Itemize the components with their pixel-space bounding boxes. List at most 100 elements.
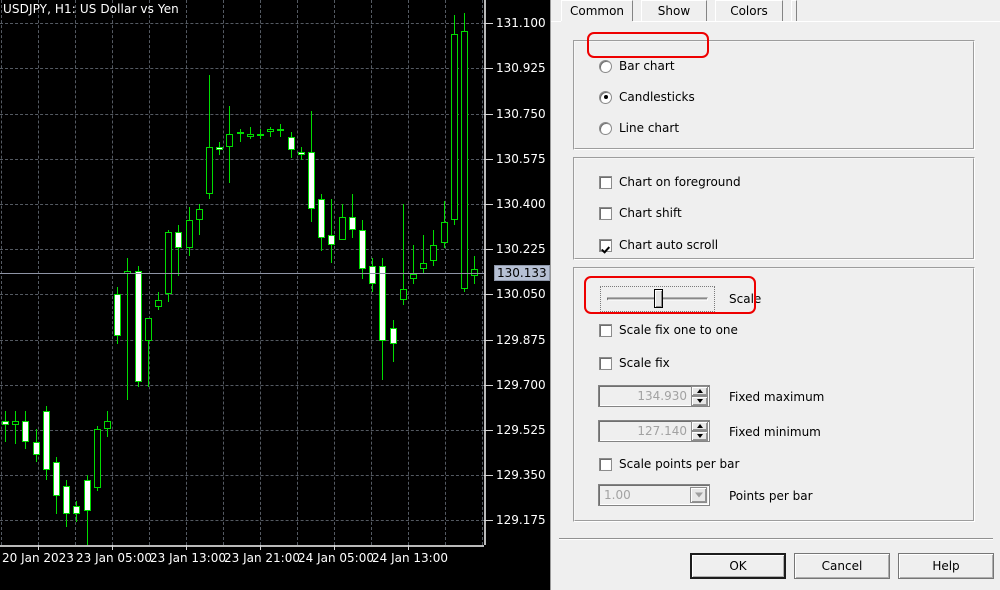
tab-show-label: Show (657, 4, 691, 18)
price-tick-label: 129.700 (496, 377, 546, 392)
time-tick-label: 24 Jan 13:00 (372, 551, 448, 565)
checkbox-chart-shift[interactable]: Chart shift (599, 205, 682, 221)
chart-pane[interactable]: USDJPY, H1: US Dollar vs Yen 131.100 130.… (0, 0, 550, 590)
candle-body (297, 152, 305, 155)
candle-body (216, 147, 224, 150)
candle-body (450, 33, 458, 220)
points-per-bar-value: 1.00 (604, 488, 631, 502)
price-tick-label: 131.100 (496, 16, 546, 31)
checkbox-chart-auto-scroll[interactable]: Chart auto scroll (599, 237, 718, 253)
checkbox-scale-fix-label: Scale fix (619, 356, 670, 370)
fixed-maximum-value: 134.930 (637, 389, 687, 403)
time-tick-label: 23 Jan 13:00 (150, 551, 226, 565)
grid-line-horizontal (0, 113, 484, 115)
fixed-maximum-input[interactable]: 134.930 (598, 385, 710, 407)
candle-body (461, 30, 468, 290)
price-tick (484, 249, 493, 251)
tab-common[interactable]: Common (561, 0, 633, 21)
time-axis[interactable]: 20 Jan 2023 23 Jan 05:00 23 Jan 13:00 23 Ja… (0, 545, 550, 590)
candle-body (63, 485, 71, 514)
fixed-minimum-decrement-icon[interactable] (691, 431, 708, 441)
help-button[interactable]: Help (898, 553, 994, 579)
candle-body (2, 421, 9, 425)
radio-bar-chart-mark (599, 59, 612, 73)
chevron-down-icon[interactable] (690, 487, 707, 503)
candle-body (134, 271, 142, 383)
candle-body (430, 245, 438, 261)
time-tick-label: 20 Jan 2023 (2, 551, 74, 565)
dialog-separator (559, 538, 993, 540)
radio-candlesticks-mark (599, 90, 612, 104)
points-per-bar-select[interactable]: 1.00 (598, 484, 710, 506)
checkbox-chart-shift-mark (599, 206, 612, 220)
time-tick-label: 24 Jan 05:00 (298, 551, 374, 565)
chart-plot-area[interactable]: USDJPY, H1: US Dollar vs Yen 131.100 130.… (0, 0, 550, 545)
checkbox-scale-fix[interactable]: Scale fix (599, 355, 670, 371)
grid-line-horizontal (0, 158, 484, 160)
time-tick-label: 23 Jan 05:00 (76, 551, 152, 565)
scale-slider[interactable] (600, 286, 715, 312)
price-tick (484, 384, 493, 386)
radio-bar-chart[interactable]: Bar chart (599, 58, 675, 74)
fixed-minimum-increment-icon[interactable] (691, 421, 708, 431)
time-tick (186, 545, 187, 550)
time-axis-line (0, 545, 484, 547)
candle-wick (270, 126, 272, 137)
fixed-maximum-label: Fixed maximum (729, 390, 825, 404)
checkbox-scale-fix-one-to-one[interactable]: Scale fix one to one (599, 322, 738, 338)
ok-button[interactable]: OK (690, 553, 786, 579)
fixed-maximum-stepper[interactable] (691, 386, 708, 406)
checkbox-chart-on-foreground-label: Chart on foreground (619, 175, 741, 189)
price-axis[interactable]: 131.100 130.925 130.750 130.575 130.400 130.2… (484, 0, 550, 545)
checkbox-scale-points-per-bar[interactable]: Scale points per bar (599, 456, 739, 472)
candle-body (185, 219, 193, 248)
grid-line-horizontal (0, 68, 484, 70)
radio-candlesticks[interactable]: Candlesticks (599, 89, 695, 105)
tab-show[interactable]: Show (641, 0, 707, 21)
checkbox-chart-on-foreground[interactable]: Chart on foreground (599, 174, 741, 190)
candle-body (389, 328, 397, 344)
candle-body (277, 129, 285, 132)
fixed-maximum-increment-icon[interactable] (691, 386, 708, 396)
candle-wick (249, 126, 251, 140)
candle-body (155, 299, 162, 308)
radio-line-chart[interactable]: Line chart (599, 120, 679, 136)
candle-body (369, 266, 377, 285)
time-tick (38, 545, 39, 550)
grid-line-horizontal (0, 384, 484, 386)
candle-body (104, 421, 111, 429)
grid-line-horizontal (0, 294, 484, 296)
radio-bar-chart-label: Bar chart (619, 59, 675, 73)
price-tick-label: 130.575 (496, 151, 546, 166)
candle-body (32, 441, 40, 455)
scale-slider-label: Scale (729, 292, 762, 306)
candle-wick (15, 410, 17, 445)
time-tick-label: 23 Jan 21:00 (224, 551, 300, 565)
fixed-minimum-stepper[interactable] (691, 421, 708, 441)
fixed-minimum-value: 127.140 (637, 424, 687, 438)
grid-line-horizontal (0, 475, 484, 477)
candle-body (83, 480, 91, 512)
candle-body (440, 222, 448, 243)
candle-body (379, 266, 387, 341)
candle-body (257, 134, 264, 137)
fixed-maximum-decrement-icon[interactable] (691, 396, 708, 406)
price-tick (484, 158, 493, 160)
scale-slider-thumb[interactable] (654, 289, 663, 308)
time-tick (334, 545, 335, 550)
time-tick (112, 545, 113, 550)
grid-line-horizontal (0, 204, 484, 206)
grid-line-horizontal (0, 520, 484, 522)
price-tick (484, 23, 493, 25)
price-tick (484, 520, 493, 522)
candle-body (410, 273, 417, 279)
fixed-minimum-input[interactable]: 127.140 (598, 420, 710, 442)
candle-body (53, 462, 60, 496)
cancel-button[interactable]: Cancel (794, 553, 890, 579)
price-tick-label: 130.925 (496, 61, 546, 76)
price-tick-label: 130.225 (496, 242, 546, 257)
price-tick-label: 129.350 (496, 468, 546, 483)
screen: USDJPY, H1: US Dollar vs Yen 131.100 130.… (0, 0, 1000, 590)
candle-body (114, 294, 122, 336)
tab-colors[interactable]: Colors (715, 0, 783, 21)
